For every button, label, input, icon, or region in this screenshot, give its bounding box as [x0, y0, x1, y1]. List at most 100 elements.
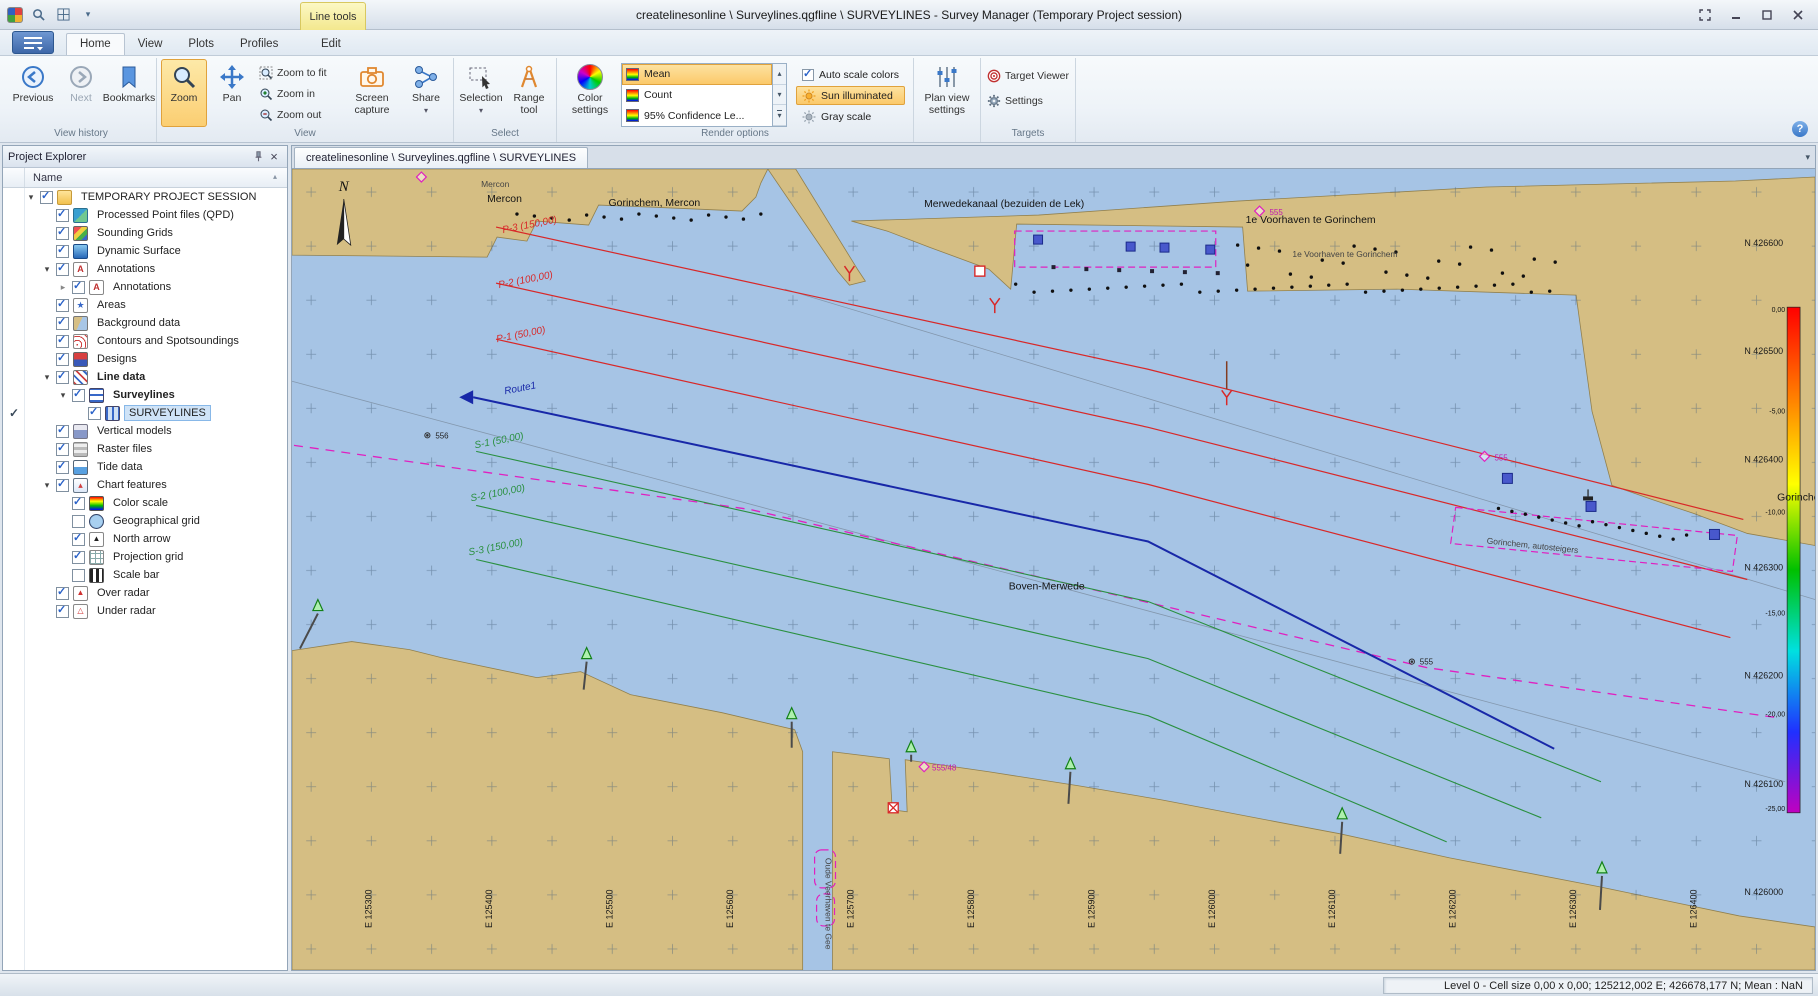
expand-arrow-icon[interactable]: [25, 192, 37, 203]
auto-scale-colors-toggle[interactable]: Auto scale colors: [796, 65, 905, 84]
tree-item-areas[interactable]: Areas: [3, 296, 287, 314]
visibility-checkbox[interactable]: [56, 425, 69, 438]
visibility-checkbox[interactable]: [72, 551, 85, 564]
tree-item-color-scale[interactable]: Color scale: [3, 494, 287, 512]
app-logo-icon[interactable]: [7, 7, 23, 23]
next-button[interactable]: Next: [58, 59, 104, 127]
tree-item-north-arrow[interactable]: North arrow: [3, 530, 287, 548]
visibility-checkbox[interactable]: [56, 317, 69, 330]
tab-home[interactable]: Home: [66, 33, 125, 55]
close-panel-icon[interactable]: [266, 149, 282, 165]
plan-view-settings-button[interactable]: Plan view settings: [918, 59, 976, 127]
scroll-down-icon[interactable]: [773, 85, 786, 106]
visibility-checkbox[interactable]: [88, 407, 101, 420]
color-settings-button[interactable]: Color settings: [561, 59, 619, 127]
visibility-checkbox[interactable]: [56, 209, 69, 222]
zoom-to-fit-button[interactable]: Zoom to fit: [257, 64, 341, 82]
tree-item-sounding-grids[interactable]: Sounding Grids: [3, 224, 287, 242]
previous-button[interactable]: Previous: [10, 59, 56, 127]
tree-item-chart-features[interactable]: Chart features: [3, 476, 287, 494]
pan-button[interactable]: Pan: [209, 59, 255, 127]
target-viewer-button[interactable]: Target Viewer: [985, 67, 1071, 85]
fullscreen-button[interactable]: [1691, 5, 1719, 25]
tree-item-dynamic-surface[interactable]: Dynamic Surface: [3, 242, 287, 260]
tree-item-vertical-models[interactable]: Vertical models: [3, 422, 287, 440]
zoom-in-button[interactable]: Zoom in: [257, 85, 341, 103]
minimize-button[interactable]: [1722, 5, 1750, 25]
zoom-button[interactable]: Zoom: [161, 59, 207, 127]
pin-icon[interactable]: [250, 149, 266, 165]
tree-item-line-data[interactable]: Line data: [3, 368, 287, 386]
visibility-checkbox[interactable]: [56, 335, 69, 348]
map-tab[interactable]: createlinesonline \ Surveylines.qgfline …: [294, 147, 588, 168]
maximize-button[interactable]: [1753, 5, 1781, 25]
range-tool-button[interactable]: Range tool: [506, 59, 552, 127]
layout-icon[interactable]: [53, 6, 73, 24]
visibility-checkbox[interactable]: [72, 497, 85, 510]
visibility-checkbox[interactable]: [72, 389, 85, 402]
expand-gallery-icon[interactable]: [773, 105, 786, 126]
tree-item-surveylines[interactable]: Surveylines: [3, 386, 287, 404]
zoom-tool-icon[interactable]: [28, 6, 48, 24]
name-column-header[interactable]: Name: [3, 168, 287, 188]
tree-item-annotations[interactable]: Annotations: [3, 278, 287, 296]
expand-arrow-icon[interactable]: [41, 264, 53, 275]
auto-scale-checkbox[interactable]: [802, 69, 814, 81]
screen-capture-button[interactable]: Screen capture: [343, 59, 401, 127]
tab-plots[interactable]: Plots: [175, 34, 227, 55]
statistic-option-confidence[interactable]: 95% Confidence Le...: [622, 105, 772, 126]
tab-profiles[interactable]: Profiles: [227, 34, 291, 55]
visibility-checkbox[interactable]: [56, 371, 69, 384]
tab-view[interactable]: View: [125, 34, 176, 55]
tree-item-scale-bar[interactable]: Scale bar: [3, 566, 287, 584]
tree-item-raster-files[interactable]: Raster files: [3, 440, 287, 458]
application-menu-button[interactable]: [12, 31, 54, 54]
visibility-checkbox[interactable]: [56, 587, 69, 600]
scroll-up-icon[interactable]: [773, 64, 786, 85]
gray-scale-toggle[interactable]: Gray scale: [796, 107, 905, 126]
visibility-checkbox[interactable]: [72, 281, 85, 294]
tree-item-processed-point-files-qpd-[interactable]: Processed Point files (QPD): [3, 206, 287, 224]
help-button[interactable]: ?: [1792, 121, 1808, 137]
bookmarks-button[interactable]: Bookmarks: [106, 59, 152, 127]
visibility-checkbox[interactable]: [56, 443, 69, 456]
tree-item-geographical-grid[interactable]: Geographical grid: [3, 512, 287, 530]
visibility-checkbox[interactable]: [56, 605, 69, 618]
close-button[interactable]: [1784, 5, 1812, 25]
tree-item-projection-grid[interactable]: Projection grid: [3, 548, 287, 566]
visibility-checkbox[interactable]: [56, 245, 69, 258]
tree-item-annotations[interactable]: Annotations: [3, 260, 287, 278]
selection-button[interactable]: Selection: [458, 59, 504, 127]
settings-button[interactable]: Settings: [985, 92, 1071, 110]
visibility-checkbox[interactable]: [56, 263, 69, 276]
sun-illuminated-toggle[interactable]: Sun illuminated: [796, 86, 905, 105]
share-button[interactable]: Share: [403, 59, 449, 127]
customize-qat-caret-icon[interactable]: [78, 6, 98, 24]
expand-arrow-icon[interactable]: [57, 390, 69, 401]
tree-item-temporary-project-session[interactable]: TEMPORARY PROJECT SESSION: [3, 188, 287, 206]
visibility-checkbox[interactable]: [56, 227, 69, 240]
expand-arrow-icon[interactable]: [41, 372, 53, 383]
visibility-checkbox[interactable]: [72, 533, 85, 546]
tab-list-caret-icon[interactable]: [1805, 151, 1810, 163]
visibility-checkbox[interactable]: [56, 479, 69, 492]
tree-item-surveylines[interactable]: SURVEYLINES: [3, 404, 287, 422]
tab-edit[interactable]: Edit: [306, 34, 356, 55]
zoom-out-button[interactable]: Zoom out: [257, 106, 341, 124]
visibility-checkbox[interactable]: [56, 353, 69, 366]
expand-arrow-icon[interactable]: [41, 480, 53, 491]
tree-item-tide-data[interactable]: Tide data: [3, 458, 287, 476]
visibility-checkbox[interactable]: [40, 191, 53, 204]
tree-item-contours-and-spotsoundings[interactable]: Contours and Spotsoundings: [3, 332, 287, 350]
visibility-checkbox[interactable]: [56, 461, 69, 474]
visibility-checkbox[interactable]: [72, 515, 85, 528]
statistic-option-count[interactable]: Count: [622, 85, 772, 106]
visibility-checkbox[interactable]: [56, 299, 69, 312]
statistic-option-mean[interactable]: Mean: [622, 64, 772, 85]
tree-item-designs[interactable]: Designs: [3, 350, 287, 368]
tree-item-under-radar[interactable]: Under radar: [3, 602, 287, 620]
tree-item-background-data[interactable]: Background data: [3, 314, 287, 332]
expand-arrow-icon[interactable]: [57, 282, 69, 293]
map-canvas[interactable]: NMerconMerconGorinchem, MerconMerwedekan…: [291, 168, 1816, 971]
visibility-checkbox[interactable]: [72, 569, 85, 582]
